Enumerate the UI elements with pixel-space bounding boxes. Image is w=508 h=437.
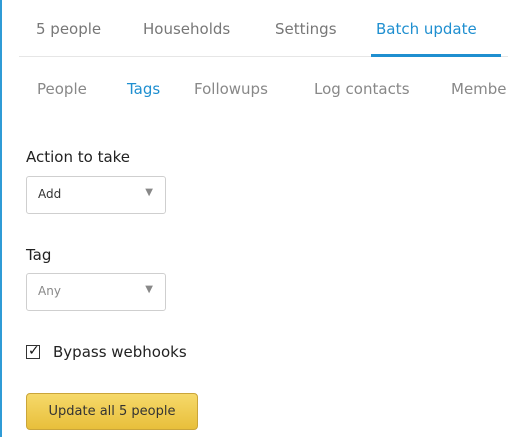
dropdown-arrow-icon: ▼ <box>145 187 153 198</box>
subtab-log-contacts[interactable]: Log contacts <box>314 80 410 98</box>
subtab-followups[interactable]: Followups <box>194 80 268 98</box>
subtab-tags[interactable]: Tags <box>127 80 160 98</box>
tab-people-count[interactable]: 5 people <box>36 20 101 38</box>
checkmark-icon: ✓ <box>28 343 40 359</box>
action-select-value: Add <box>38 187 62 201</box>
sub-tabs: People Tags Followups Log contacts Membe <box>37 80 508 104</box>
dropdown-arrow-icon: ▼ <box>145 284 153 295</box>
top-tabs: 5 people Households Settings Batch updat… <box>19 0 508 57</box>
batch-update-panel: 5 people Households Settings Batch updat… <box>0 0 508 437</box>
subtab-people[interactable]: People <box>37 80 87 98</box>
subtab-members[interactable]: Membe <box>451 80 507 98</box>
tab-households[interactable]: Households <box>143 20 230 38</box>
update-all-button[interactable]: Update all 5 people <box>26 393 198 430</box>
bypass-webhooks-label: Bypass webhooks <box>53 343 187 361</box>
tag-select[interactable]: Any ▼ <box>26 273 166 311</box>
tab-batch-update[interactable]: Batch update <box>376 20 477 38</box>
action-select[interactable]: Add ▼ <box>26 176 166 214</box>
action-label: Action to take <box>26 148 131 166</box>
bypass-webhooks-checkbox[interactable]: ✓ <box>26 343 40 359</box>
tag-label: Tag <box>26 246 52 264</box>
tag-select-value: Any <box>38 284 61 298</box>
active-tab-indicator <box>371 54 501 57</box>
tab-settings[interactable]: Settings <box>275 20 337 38</box>
